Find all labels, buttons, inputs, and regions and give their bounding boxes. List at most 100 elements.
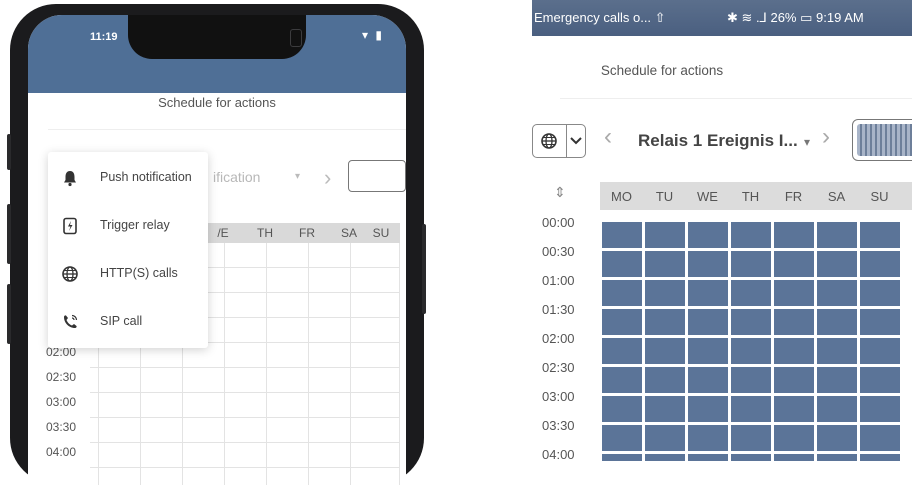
schedule-cell[interactable] [860, 454, 900, 461]
schedule-cell[interactable] [774, 251, 814, 277]
schedule-cell[interactable] [817, 309, 857, 335]
schedule-cell[interactable] [817, 425, 857, 451]
schedule-cell[interactable] [645, 280, 685, 306]
schedule-cell[interactable] [602, 396, 642, 422]
page-title: Schedule for actions [600, 63, 724, 78]
relay-icon [63, 217, 77, 235]
schedule-cell[interactable] [688, 251, 728, 277]
schedule-cell[interactable] [645, 338, 685, 364]
day-label: SA [827, 189, 846, 204]
schedule-cell[interactable] [688, 338, 728, 364]
menu-item-https-calls[interactable]: HTTP(S) calls [48, 250, 208, 298]
divider [48, 129, 406, 130]
schedule-cell[interactable] [645, 309, 685, 335]
next-arrow-button[interactable]: › [324, 165, 331, 191]
time-label: 01:30 [542, 302, 575, 317]
color-picker-button[interactable] [348, 160, 406, 192]
schedule-cell[interactable] [774, 396, 814, 422]
power-button [422, 224, 426, 314]
schedule-cell[interactable] [817, 222, 857, 248]
schedule-cell[interactable] [774, 222, 814, 248]
schedule-cell[interactable] [602, 367, 642, 393]
schedule-cell[interactable] [731, 396, 771, 422]
schedule-cell[interactable] [860, 251, 900, 277]
notch [128, 15, 306, 59]
schedule-cell[interactable] [688, 454, 728, 461]
schedule-cell[interactable] [645, 251, 685, 277]
schedule-cell[interactable] [860, 338, 900, 364]
schedule-cell[interactable] [602, 338, 642, 364]
time-label: 02:30 [542, 360, 575, 375]
color-swatch [857, 124, 912, 156]
phone-call-icon [64, 314, 78, 328]
schedule-cell[interactable] [774, 338, 814, 364]
schedule-cell[interactable] [817, 367, 857, 393]
schedule-cell[interactable] [602, 251, 642, 277]
time-label: 03:00 [542, 389, 575, 404]
schedule-cell[interactable] [731, 280, 771, 306]
schedule-cell[interactable] [774, 309, 814, 335]
schedule-cell[interactable] [731, 425, 771, 451]
chevron-down-icon[interactable]: ▾ [804, 135, 810, 149]
day-label: TH [257, 226, 273, 240]
schedule-cell[interactable] [602, 454, 642, 461]
menu-item-push-notification[interactable]: Push notification [48, 154, 208, 202]
schedule-cell[interactable] [645, 454, 685, 461]
prev-arrow-button[interactable]: ‹ [604, 123, 612, 151]
schedule-cell[interactable] [731, 309, 771, 335]
schedule-cell[interactable] [860, 396, 900, 422]
schedule-cell[interactable] [688, 280, 728, 306]
schedule-grid[interactable] [600, 222, 912, 461]
schedule-cell[interactable] [860, 367, 900, 393]
next-arrow-button[interactable]: › [822, 123, 830, 151]
schedule-cell[interactable] [731, 338, 771, 364]
globe-icon [62, 266, 78, 282]
schedule-cell[interactable] [774, 425, 814, 451]
schedule-cell[interactable] [645, 222, 685, 248]
schedule-cell[interactable] [688, 367, 728, 393]
action-type-selector[interactable] [532, 124, 586, 158]
schedule-cell[interactable] [688, 425, 728, 451]
schedule-cell[interactable] [731, 251, 771, 277]
schedule-cell[interactable] [688, 309, 728, 335]
schedule-cell[interactable] [774, 280, 814, 306]
schedule-cell[interactable] [602, 425, 642, 451]
schedule-cell[interactable] [688, 396, 728, 422]
time-label: 03:00 [46, 395, 77, 409]
day-label: FR [299, 226, 315, 240]
iphone-screen: 11:19 ▾ ▮ Schedule for actions ification… [28, 15, 406, 485]
schedule-cell[interactable] [774, 367, 814, 393]
schedule-cell[interactable] [860, 280, 900, 306]
schedule-cell[interactable] [645, 367, 685, 393]
schedule-cell[interactable] [860, 309, 900, 335]
schedule-cell[interactable] [602, 309, 642, 335]
schedule-cell[interactable] [731, 222, 771, 248]
schedule-cell[interactable] [731, 454, 771, 461]
notification-text: Emergency calls o... ⇧ [534, 10, 666, 25]
time-label: 00:30 [542, 244, 575, 259]
schedule-cell[interactable] [688, 222, 728, 248]
schedule-cell[interactable] [860, 222, 900, 248]
color-picker-button[interactable] [852, 119, 912, 161]
schedule-cell[interactable] [731, 367, 771, 393]
schedule-cell[interactable] [860, 425, 900, 451]
schedule-cell[interactable] [817, 251, 857, 277]
schedule-cell[interactable] [817, 280, 857, 306]
action-dropdown[interactable]: ification [213, 169, 260, 185]
chevron-down-icon[interactable]: ▾ [295, 171, 300, 182]
schedule-cell[interactable] [645, 396, 685, 422]
schedule-cell[interactable] [817, 454, 857, 461]
schedule-cell[interactable] [645, 425, 685, 451]
sort-icon[interactable]: ⇕ [554, 184, 566, 201]
schedule-cell[interactable] [602, 222, 642, 248]
action-dropdown[interactable]: Relais 1 Ereignis I... [638, 131, 798, 151]
action-type-menu: Push notification Trigger relay HTTP(S) … [48, 152, 208, 348]
day-label: FR [784, 189, 803, 204]
day-label: /E [217, 226, 229, 240]
schedule-cell[interactable] [602, 280, 642, 306]
schedule-cell[interactable] [817, 396, 857, 422]
schedule-cell[interactable] [817, 338, 857, 364]
menu-item-sip-call[interactable]: SIP call [48, 298, 208, 346]
menu-item-trigger-relay[interactable]: Trigger relay [48, 202, 208, 250]
schedule-cell[interactable] [774, 454, 814, 461]
